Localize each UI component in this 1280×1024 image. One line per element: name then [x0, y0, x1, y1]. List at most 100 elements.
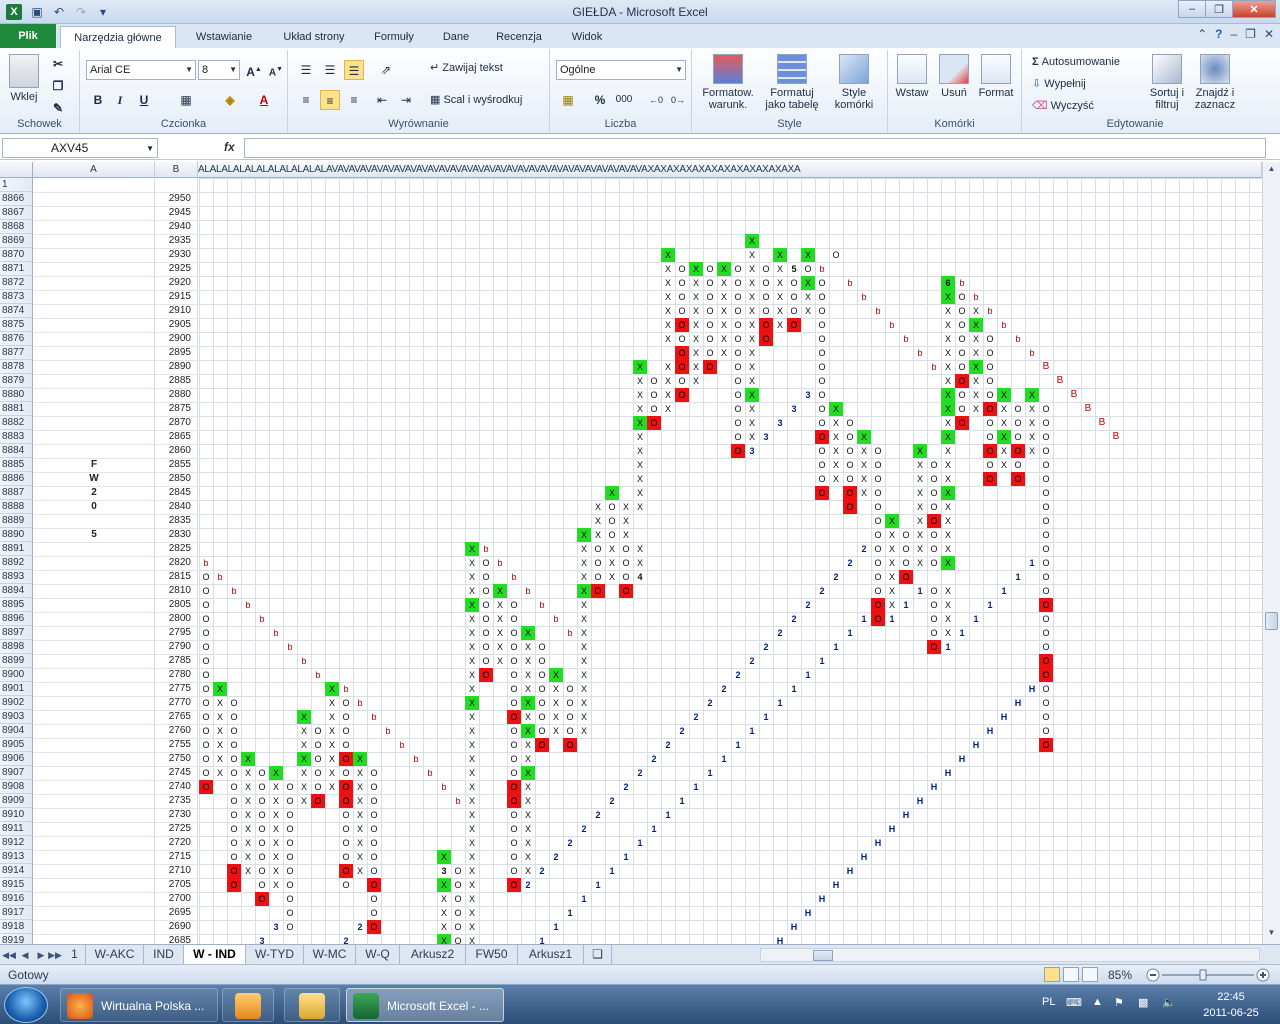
pf-mark-up[interactable]: X	[969, 360, 983, 374]
pf-mark[interactable]: O	[927, 584, 941, 598]
pf-mark[interactable]: X	[577, 710, 591, 724]
pf-mark[interactable]: O	[311, 766, 325, 780]
align-right-icon[interactable]: ≡	[344, 90, 364, 110]
pf-mark[interactable]: O	[731, 416, 745, 430]
price-cell[interactable]: 2885	[155, 374, 198, 388]
pf-mark-up[interactable]: X	[577, 584, 591, 598]
row-header[interactable]: 8893	[0, 570, 33, 584]
pf-mark[interactable]: X	[521, 668, 535, 682]
pf-mark-up[interactable]: X	[521, 724, 535, 738]
bold-button[interactable]: B	[88, 90, 108, 110]
row-header[interactable]: 8899	[0, 654, 33, 668]
pf-mark-up[interactable]: X	[997, 388, 1011, 402]
pf-mark[interactable]: X	[605, 542, 619, 556]
price-cell[interactable]: 2750	[155, 752, 198, 766]
pf-mark[interactable]: H	[899, 808, 913, 822]
pf-mark[interactable]: O	[339, 766, 353, 780]
pf-mark[interactable]: H	[1025, 682, 1039, 696]
pf-mark[interactable]: O	[255, 864, 269, 878]
pf-mark[interactable]: X	[633, 430, 647, 444]
pf-mark[interactable]: O	[283, 906, 297, 920]
pf-mark[interactable]: X	[941, 346, 955, 360]
pf-mark[interactable]: 1	[857, 612, 871, 626]
pf-mark[interactable]: O	[283, 864, 297, 878]
pf-mark[interactable]: O	[339, 724, 353, 738]
pf-mark[interactable]: 2	[801, 598, 815, 612]
pf-mark-up[interactable]: X	[521, 766, 535, 780]
pf-mark[interactable]: 2	[787, 612, 801, 626]
pf-mark[interactable]: 2	[577, 822, 591, 836]
pf-mark[interactable]: O	[871, 444, 885, 458]
price-cell[interactable]: 2815	[155, 570, 198, 584]
pf-mark[interactable]: X	[297, 794, 311, 808]
sheet-tab-w-ind[interactable]: W - IND	[184, 945, 246, 964]
price-cell[interactable]: 2770	[155, 696, 198, 710]
pf-mark[interactable]: X	[633, 556, 647, 570]
pf-mark[interactable]: O	[199, 626, 213, 640]
pf-mark-up[interactable]: X	[941, 486, 955, 500]
row-header[interactable]: 8882	[0, 416, 33, 430]
pf-mark[interactable]: X	[521, 822, 535, 836]
pf-mark[interactable]: X	[857, 472, 871, 486]
pf-mark[interactable]: B	[1095, 416, 1109, 430]
pf-mark[interactable]: X	[269, 822, 283, 836]
cell-styles-button[interactable]: Style komórki	[826, 54, 882, 111]
pf-mark-down[interactable]: O	[339, 794, 353, 808]
start-button[interactable]	[4, 987, 48, 1023]
price-cell[interactable]: 2930	[155, 248, 198, 262]
pf-mark[interactable]: O	[1039, 444, 1053, 458]
pf-mark[interactable]: O	[955, 290, 969, 304]
pf-mark-up[interactable]: X	[829, 402, 843, 416]
pf-mark[interactable]: 2	[843, 556, 857, 570]
pf-mark[interactable]: X	[913, 528, 927, 542]
pf-mark[interactable]: O	[1039, 458, 1053, 472]
pf-mark[interactable]: O	[339, 738, 353, 752]
price-cell[interactable]: 2735	[155, 794, 198, 808]
pf-mark[interactable]: X	[717, 290, 731, 304]
price-cell[interactable]: 2720	[155, 836, 198, 850]
pf-mark-up[interactable]: X	[997, 430, 1011, 444]
pf-mark[interactable]: X	[269, 808, 283, 822]
row-header[interactable]: 8905	[0, 738, 33, 752]
price-cell[interactable]: 2810	[155, 584, 198, 598]
pf-mark[interactable]: 1	[997, 584, 1011, 598]
pf-mark[interactable]: X	[521, 864, 535, 878]
percent-button[interactable]: %	[590, 90, 610, 110]
pf-mark[interactable]: X	[829, 458, 843, 472]
pf-mark[interactable]: O	[199, 752, 213, 766]
price-cell[interactable]: 2890	[155, 360, 198, 374]
pf-mark[interactable]: b	[843, 276, 857, 290]
pf-mark[interactable]: b	[283, 640, 297, 654]
pf-mark[interactable]: O	[955, 332, 969, 346]
pf-mark[interactable]: b	[549, 612, 563, 626]
pf-mark-down[interactable]: O	[927, 514, 941, 528]
price-cell[interactable]: 2915	[155, 290, 198, 304]
pf-mark[interactable]: O	[535, 724, 549, 738]
pf-mark[interactable]: O	[199, 598, 213, 612]
pf-mark[interactable]: 2	[745, 654, 759, 668]
pf-mark[interactable]: O	[703, 304, 717, 318]
volume-icon[interactable]: 🔈	[1162, 996, 1176, 1009]
pf-mark[interactable]: O	[927, 486, 941, 500]
pf-mark-down[interactable]: O	[675, 346, 689, 360]
pf-mark[interactable]: H	[801, 906, 815, 920]
pf-mark[interactable]: O	[871, 472, 885, 486]
pf-mark[interactable]: X	[633, 472, 647, 486]
pf-mark[interactable]: O	[871, 486, 885, 500]
pf-mark[interactable]: O	[871, 542, 885, 556]
pf-mark[interactable]: 5	[787, 262, 801, 276]
pf-mark[interactable]: 1	[549, 920, 563, 934]
pf-mark-up[interactable]: X	[465, 598, 479, 612]
pf-mark[interactable]: O	[815, 276, 829, 290]
pf-mark-down[interactable]: O	[1039, 654, 1053, 668]
decrease-indent-icon[interactable]: ⇤	[372, 90, 392, 110]
pf-mark-down[interactable]: O	[675, 318, 689, 332]
pf-mark[interactable]: X	[885, 542, 899, 556]
pf-mark[interactable]: X	[353, 836, 367, 850]
pf-mark[interactable]: X	[465, 654, 479, 668]
pf-mark[interactable]: H	[815, 892, 829, 906]
pf-mark-up[interactable]: X	[745, 234, 759, 248]
pf-mark[interactable]: X	[745, 290, 759, 304]
pf-mark[interactable]: X	[465, 682, 479, 696]
pf-mark[interactable]: X	[353, 780, 367, 794]
